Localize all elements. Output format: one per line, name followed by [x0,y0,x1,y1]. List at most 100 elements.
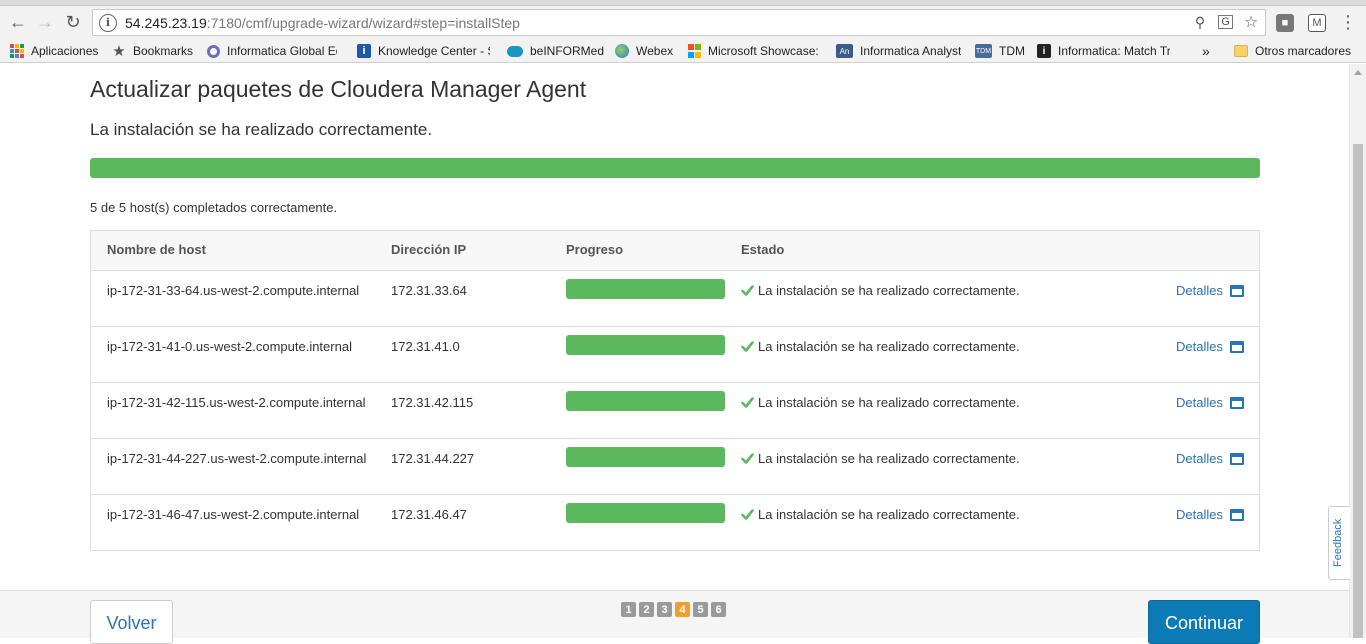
microsoft-icon [687,44,701,58]
host-progress-bar [566,335,725,355]
menu-kebab-icon[interactable]: ⋮ [1336,10,1360,34]
bookmark-knowledge-center[interactable]: i Knowledge Center - S [357,43,490,59]
forward-arrow-icon[interactable]: → [33,10,57,34]
feedback-tab[interactable]: Feedback [1328,506,1350,580]
host-status-text: La instalación se ha realizado correctam… [758,339,1020,354]
scroll-up-arrow-icon[interactable] [1354,70,1362,75]
address-bar[interactable]: i 54.245.23.19:7180/cmf/upgrade-wizard/w… [92,9,1266,36]
wizard-step-2[interactable]: 2 [639,602,654,617]
ip-address: 172.31.41.0 [391,339,460,354]
bookmark-label: Informatica Global Ed [227,44,337,58]
details-label: Detalles [1176,507,1223,522]
check-icon [741,453,754,464]
host-status-text: La instalación se ha realizado correctam… [758,451,1020,466]
host-status: La instalación se ha realizado correctam… [741,395,1020,410]
window-icon [1229,452,1244,465]
wizard-footer: Volver 123456 Continuar [0,590,1349,644]
check-icon [741,509,754,520]
bookmark-label: TDM [999,44,1025,58]
host-progress-fill [566,279,725,299]
bookmark-other[interactable]: Otros marcadores [1234,43,1351,59]
host-status: La instalación se ha realizado correctam… [741,507,1020,522]
column-header-ip[interactable]: Dirección IP [391,242,466,257]
host-progress-bar [566,391,725,411]
bookmark-label: Microsoft Showcase: [708,44,819,58]
bookmark-star-icon[interactable]: ☆ [1243,13,1259,31]
page-subtitle: La instalación se ha realizado correctam… [90,120,433,139]
details-link[interactable]: Detalles [1176,451,1244,466]
details-link[interactable]: Detalles [1176,395,1244,410]
webex-globe-icon [615,44,629,58]
details-link[interactable]: Detalles [1176,283,1244,298]
host-name: ip-172-31-41-0.us-west-2.compute.interna… [107,339,352,354]
ip-address: 172.31.33.64 [391,283,467,298]
host-name: ip-172-31-44-227.us-west-2.compute.inter… [107,451,367,466]
host-name: ip-172-31-42-115.us-west-2.compute.inter… [107,395,366,410]
translate-icon[interactable]: G [1218,15,1233,29]
column-header-progress[interactable]: Progreso [566,242,623,257]
bookmark-tdm[interactable]: TDM TDM [975,43,1025,59]
wizard-step-5[interactable]: 5 [693,602,708,617]
wizard-step-6[interactable]: 6 [711,602,726,617]
host-progress-bar [566,503,725,523]
extension-m-icon[interactable]: M [1308,14,1326,32]
column-header-status[interactable]: Estado [741,242,784,257]
key-icon[interactable]: ⚲ [1192,13,1208,31]
bookmark-bookmarks[interactable]: ★ Bookmarks [112,43,194,60]
reload-icon[interactable]: ↻ [61,10,85,34]
details-label: Detalles [1176,395,1223,410]
wizard-step-3[interactable]: 3 [657,602,672,617]
host-progress-fill [566,391,725,411]
site-info-icon[interactable]: i [99,13,117,32]
column-header-host[interactable]: Nombre de host [107,242,206,257]
back-button[interactable]: Volver [90,600,173,644]
info-icon: i [357,44,371,58]
browser-toolbar: ← → ↻ i 54.245.23.19:7180/cmf/upgrade-wi… [0,6,1366,39]
wizard-step-4[interactable]: 4 [675,602,690,617]
bookmark-informatica-global[interactable]: Informatica Global Ed [207,43,337,59]
url-path: :7180/cmf/upgrade-wizard/wizard#step=ins… [206,14,520,31]
bookmark-informatica-match[interactable]: i Informatica: Match Tr [1037,43,1170,59]
bookmark-label: beINFORMed [530,44,605,58]
bookmarks-overflow-button[interactable]: » [1202,43,1210,59]
continue-button[interactable]: Continuar [1148,600,1260,644]
overall-progress-fill [90,158,1260,178]
bookmark-label: Webex [636,44,674,58]
details-link[interactable]: Detalles [1176,507,1244,522]
table-row: ip-172-31-41-0.us-west-2.compute.interna… [91,327,1259,383]
feedback-label: Feedback [1332,518,1344,567]
url-host: 54.245.23.19 [125,14,207,31]
salesforce-cloud-icon [507,45,523,57]
host-progress-bar [566,279,725,299]
host-progress-fill [566,447,725,467]
overall-progress-bar [90,158,1260,178]
wizard-step-1[interactable]: 1 [621,602,636,617]
apps-grid-icon [10,44,24,58]
informatica-i-icon: i [1037,44,1051,58]
check-icon [741,397,754,408]
host-status-text: La instalación se ha realizado correctam… [758,395,1020,410]
bookmark-microsoft-showcase[interactable]: Microsoft Showcase: [687,43,820,59]
details-link[interactable]: Detalles [1176,339,1244,354]
host-status: La instalación se ha realizado correctam… [741,451,1020,466]
scrollbar-thumb[interactable] [1353,144,1363,638]
bookmark-informatica-analyst[interactable]: An Informatica Analyst [836,43,961,59]
back-arrow-icon[interactable]: ← [6,10,30,34]
bookmark-webex[interactable]: Webex [615,43,673,59]
bookmarks-bar: Aplicaciones ★ Bookmarks Informatica Glo… [0,39,1366,63]
bookmark-beinformed[interactable]: beINFORMed [507,43,604,59]
host-name: ip-172-31-46-47.us-west-2.compute.intern… [107,507,360,522]
host-progress-fill [566,503,725,523]
hosts-table: Nombre de host Dirección IP Progreso Est… [90,230,1260,551]
bookmark-label: Otros marcadores [1255,44,1352,58]
wizard-steps: 123456 [621,602,726,617]
page-scrollbar[interactable] [1349,64,1366,638]
check-icon [741,341,754,352]
extension-icon[interactable]: ■ [1276,14,1294,32]
completion-summary: 5 de 5 host(s) completados correctamente… [90,200,338,215]
host-status: La instalación se ha realizado correctam… [741,339,1020,354]
window-icon [1229,340,1244,353]
bookmark-label: Bookmarks [133,44,194,58]
star-icon: ★ [112,43,126,60]
bookmark-apps[interactable]: Aplicaciones [10,43,98,59]
